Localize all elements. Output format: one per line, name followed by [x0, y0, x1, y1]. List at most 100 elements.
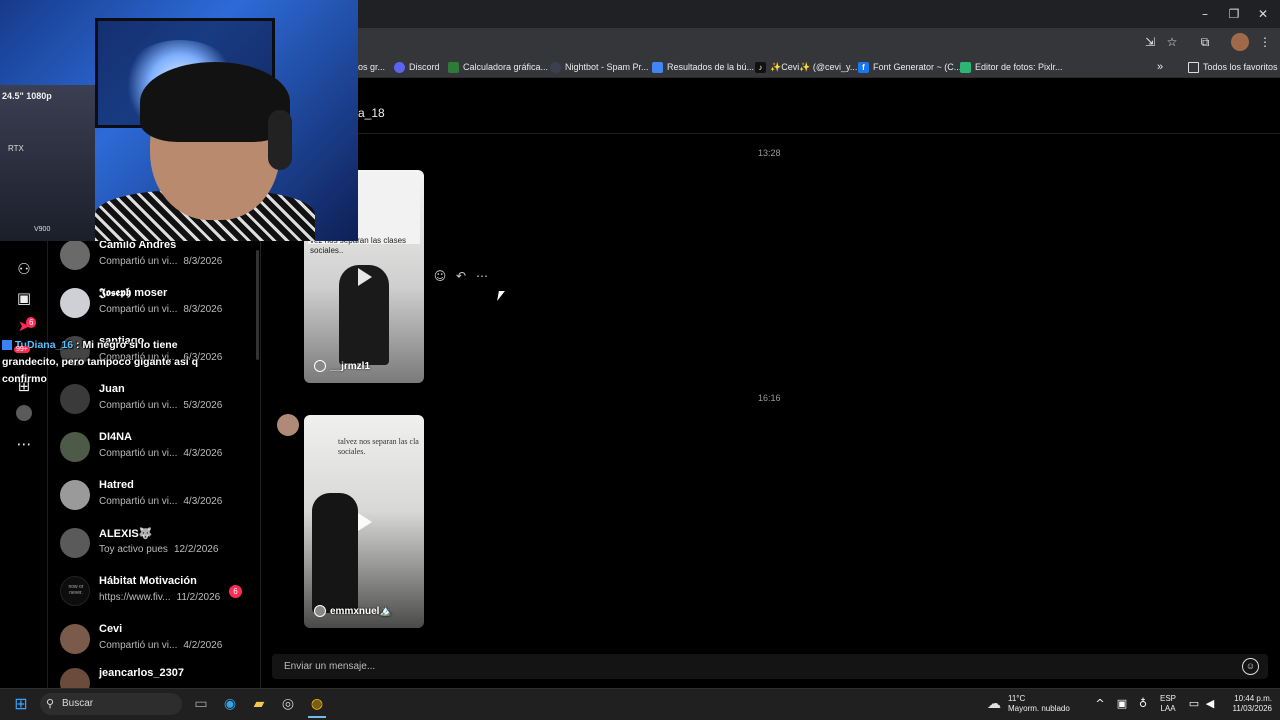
author-avatar	[314, 605, 326, 617]
live-icon[interactable]: ▣	[14, 288, 34, 308]
webcam-shelf-label: 24.5" 1080p	[2, 91, 52, 101]
video-person-silhouette	[312, 493, 358, 613]
task-view-icon[interactable]: ▭	[191, 694, 211, 714]
volume-icon[interactable]: ◀	[1200, 694, 1220, 714]
bookmark-item[interactable]: f Font Generator ~ (C...	[858, 58, 961, 76]
conversation-name: ALEXIS🐺	[99, 528, 153, 540]
conversation-item[interactable]: Cevi Compartió un vi... 4/2/2026	[60, 620, 255, 660]
app-icon[interactable]: ◎	[278, 694, 298, 714]
clock[interactable]: 10:44 p.m. 11/03/2026	[1222, 694, 1272, 714]
chat-header-name: a_18	[358, 106, 385, 120]
sender-avatar[interactable]	[277, 414, 299, 436]
more-icon[interactable]: ⋯	[14, 434, 34, 454]
play-icon	[358, 513, 372, 531]
browser-menu-icon[interactable]: ⋮	[1256, 33, 1274, 51]
language-indicator[interactable]: ESP LAA	[1156, 694, 1180, 714]
conversation-preview: https://www.fiv... 11/2/2026	[99, 592, 221, 603]
conversation-preview: Toy activo pues 12/2/2026	[99, 544, 219, 555]
following-icon[interactable]: ⚇	[14, 259, 34, 279]
unread-badge: 6	[229, 585, 242, 598]
document-icon	[652, 61, 663, 73]
bookmark-item[interactable]: Nightbot - Spam Pr...	[550, 58, 649, 76]
webcam-shelf	[0, 85, 95, 241]
message-input[interactable]	[272, 654, 1268, 679]
folder-icon	[1188, 61, 1199, 73]
webcam-overlay: 24.5" 1080p RTX V900	[0, 0, 358, 241]
bookmark-item[interactable]: Editor de fotos: Pixlr...	[960, 58, 1063, 76]
profile-avatar[interactable]	[1231, 33, 1249, 51]
webcam-pc-label: V900	[34, 226, 51, 233]
author-avatar	[314, 360, 326, 372]
avatar	[60, 528, 90, 558]
conversation-item[interactable]: ALEXIS🐺 Toy activo pues 12/2/2026	[60, 524, 255, 564]
taskbar-search[interactable]: ⚲ Buscar	[40, 693, 182, 715]
windows-start-icon[interactable]: ⊞	[11, 694, 31, 714]
bookmark-item[interactable]: Discord	[394, 58, 440, 76]
conversation-list: Camilo Andres Compartió un vi... 8/3/2026…	[48, 241, 261, 688]
font-icon: f	[858, 61, 869, 73]
tray-app-icon[interactable]: ▣	[1112, 694, 1132, 714]
conversation-item[interactable]: Camilo Andres Compartió un vi... 8/3/2026	[60, 241, 255, 276]
conversation-item[interactable]: jeancarlos_2307	[60, 664, 255, 688]
weather-icon[interactable]: ☁	[984, 694, 1004, 714]
chat-badge-icon	[2, 340, 12, 351]
all-favorites-button[interactable]: Todos los favoritos	[1188, 58, 1278, 76]
video-author: __jrmzl1	[314, 360, 370, 372]
avatar: now or never.	[60, 576, 90, 606]
conversation-item[interactable]: now or never. Hábitat Motivación https:/…	[60, 572, 255, 612]
bookmark-star-icon[interactable]: ☆	[1163, 33, 1181, 51]
microphone-icon[interactable]: ♁	[1133, 694, 1153, 714]
conversation-name: DI4NA	[99, 431, 133, 443]
more-bookmarks-icon[interactable]: »	[1157, 58, 1163, 76]
tray-overflow-icon[interactable]: ^	[1090, 694, 1110, 714]
extensions-icon[interactable]: ⧉	[1196, 33, 1214, 51]
play-icon	[358, 268, 372, 286]
conversation-name: 𝕵𝖔𝖘𝖊𝖕𝖍 moser	[99, 287, 168, 299]
conversation-item[interactable]: Hatred Compartió un vi... 4/3/2026	[60, 476, 255, 516]
avatar-text: now or never.	[68, 584, 84, 596]
more-options-icon[interactable]: ⋯	[474, 268, 490, 284]
chrome-icon[interactable]: ◍	[307, 694, 327, 714]
desmos-icon	[448, 61, 459, 73]
minimize-button[interactable]: –	[1191, 4, 1219, 24]
install-app-icon[interactable]: ⇲	[1141, 33, 1159, 51]
conversation-preview: Compartió un vi... 8/3/2026	[99, 304, 223, 315]
shared-video-card[interactable]: talvez nos separan las cla sociales. emm…	[304, 415, 424, 628]
edge-icon[interactable]: ◉	[220, 694, 240, 714]
avatar	[60, 384, 90, 414]
conversation-item[interactable]: DI4NA Compartió un vi... 4/3/2026	[60, 428, 255, 468]
conversation-list-scrollbar[interactable]	[256, 250, 259, 360]
file-explorer-icon[interactable]: ▰	[249, 694, 269, 714]
profile-avatar-icon[interactable]	[16, 405, 32, 421]
conversation-name: Hábitat Motivación	[99, 575, 197, 587]
conversation-preview: Compartió un vi... 8/3/2026	[99, 256, 223, 267]
reply-icon[interactable]: ↶	[453, 268, 469, 284]
conversation-preview: Compartió un vi... 4/3/2026	[99, 448, 223, 459]
message-timestamp: 16:16	[758, 393, 781, 403]
close-window-button[interactable]: ✕	[1249, 4, 1277, 24]
conversation-name: Hatred	[99, 479, 134, 491]
bookmark-item[interactable]: ♪ ✨Cevi✨ (@cevi_y...	[755, 58, 857, 76]
avatar	[60, 288, 90, 318]
maximize-button[interactable]: ❐	[1220, 4, 1248, 24]
header-divider	[261, 133, 1280, 134]
avatar	[60, 480, 90, 510]
conversation-preview: Compartió un vi... 4/2/2026	[99, 640, 223, 651]
pixlr-icon	[960, 61, 971, 73]
avatar	[60, 624, 90, 654]
conversation-name: Camilo Andres	[99, 241, 177, 251]
conversation-name: jeancarlos_2307	[99, 667, 185, 679]
react-emoji-icon[interactable]: ☺	[432, 268, 448, 284]
video-author: emmxnuel🏔️	[314, 605, 392, 617]
bookmark-item[interactable]: Calculadora gráfica...	[448, 58, 548, 76]
bookmark-item[interactable]: os gr...	[358, 58, 385, 76]
message-timestamp: 13:28	[758, 148, 781, 158]
avatar	[60, 432, 90, 462]
nav-rail	[0, 241, 48, 688]
avatar	[60, 668, 90, 688]
conversation-item[interactable]: 𝕵𝖔𝖘𝖊𝖕𝖍 moser Compartió un vi... 8/3/2026	[60, 284, 255, 324]
message-count-badge: 99+	[14, 346, 30, 353]
bookmark-item[interactable]: Resultados de la bú...	[652, 58, 754, 76]
emoji-picker-icon[interactable]: ☺	[1242, 658, 1259, 675]
weather-widget[interactable]: 11°C Mayorm. nublado	[1008, 694, 1070, 714]
